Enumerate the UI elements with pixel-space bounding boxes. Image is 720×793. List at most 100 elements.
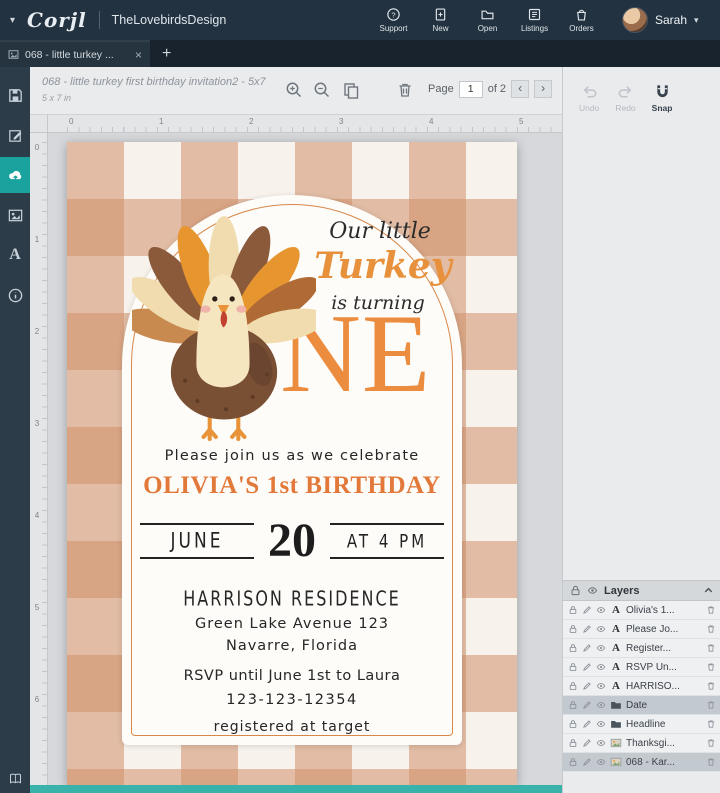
address1-text[interactable]: Green Lake Avenue 123 [122,616,462,632]
new-tab-button[interactable]: + [150,40,183,67]
brand-logo[interactable]: Corjl [27,8,87,32]
zoom-in-button[interactable] [285,81,305,101]
lock-icon[interactable] [568,757,578,767]
edit-layer-icon[interactable] [582,643,592,653]
nav-orders[interactable]: Orders [558,0,605,40]
date-day-text[interactable]: 20 [268,513,316,568]
nav-open[interactable]: Open [464,0,511,40]
visibility-icon[interactable] [596,643,606,653]
lock-icon[interactable] [568,662,578,672]
edit-layer-icon[interactable] [582,700,592,710]
edit-layer-icon[interactable] [582,738,592,748]
nav-support[interactable]: ?Support [370,0,417,40]
tab-close-icon[interactable]: × [135,48,142,62]
celebrate-text[interactable]: Please join us as we celebrate [122,448,462,464]
next-page-button[interactable]: › [534,80,552,98]
layer-name[interactable]: HARRISO... [626,681,702,692]
delete-layer-icon[interactable] [706,738,716,748]
visibility-icon[interactable] [596,662,606,672]
images-button[interactable] [0,197,30,233]
lock-icon[interactable] [568,738,578,748]
delete-layer-icon[interactable] [706,719,716,729]
nav-new[interactable]: New [417,0,464,40]
text-tool-button[interactable]: A [0,237,30,273]
layer-row[interactable]: AOlivia's 1... [563,601,720,620]
intro-line3-text[interactable]: is turning [308,292,448,314]
layers-header[interactable]: Layers [563,580,720,601]
layer-name[interactable]: Olivia's 1... [626,605,702,616]
date-block[interactable]: JUNE 20 AT 4 PM [140,513,444,568]
layer-row[interactable]: Thanksgi... [563,734,720,753]
delete-layer-icon[interactable] [706,757,716,767]
lock-icon[interactable] [568,643,578,653]
visibility-icon[interactable] [596,719,606,729]
edit-layer-icon[interactable] [582,719,592,729]
edit-layer-icon[interactable] [582,624,592,634]
layer-name[interactable]: Please Jo... [626,624,702,635]
lock-icon[interactable] [568,719,578,729]
delete-layer-icon[interactable] [706,681,716,691]
prev-page-button[interactable]: ‹ [511,80,529,98]
address2-text[interactable]: Navarre, Florida [122,638,462,654]
main-menu-caret-icon[interactable]: ▾ [10,15,15,26]
collapse-chevron-icon[interactable] [703,585,714,596]
layer-row[interactable]: AHARRISO... [563,677,720,696]
venue-text[interactable]: HARRISON RESIDENCE [122,589,462,608]
save-button[interactable] [0,77,30,113]
invitation-design[interactable]: NE [67,142,517,786]
birthday-headline-text[interactable]: OLIVIA'S 1st BIRTHDAY [122,472,462,500]
phone-text[interactable]: 123-123-12354 [122,692,462,708]
redo-button[interactable]: Redo [615,83,635,113]
date-month-text[interactable]: JUNE [171,528,224,553]
lock-icon[interactable] [568,681,578,691]
edit-layer-icon[interactable] [582,605,592,615]
lock-icon[interactable] [568,605,578,615]
user-menu[interactable]: Sarah ▾ [622,0,699,40]
edit-layer-icon[interactable] [582,662,592,672]
layer-name[interactable]: RSVP Un... [626,662,702,673]
document-tab[interactable]: 068 - little turkey ... × [0,40,150,67]
intro-line2-text[interactable]: Turkey [308,245,458,287]
layer-row[interactable]: ARegister... [563,639,720,658]
visibility-icon[interactable] [596,738,606,748]
layer-row[interactable]: 068 - Kar... [563,753,720,772]
layer-row[interactable]: Date [563,696,720,715]
horizontal-scrollbar[interactable] [30,785,562,793]
edit-layer-icon[interactable] [582,681,592,691]
edit-layer-icon[interactable] [582,757,592,767]
turkey-illustration[interactable] [132,211,316,441]
rsvp-text[interactable]: RSVP until June 1st to Laura [122,668,462,684]
visibility-icon[interactable] [596,700,606,710]
layer-name[interactable]: Thanksgi... [626,738,702,749]
duplicate-button[interactable] [342,81,362,101]
delete-layer-icon[interactable] [706,700,716,710]
visibility-icon[interactable] [596,757,606,767]
zoom-out-button[interactable] [313,81,333,101]
visibility-all-icon[interactable] [587,585,598,596]
layer-row[interactable]: Headline [563,715,720,734]
visibility-icon[interactable] [596,624,606,634]
undo-button[interactable]: Undo [579,83,599,113]
page-number-input[interactable] [459,81,483,98]
layer-name[interactable]: Date [626,700,702,711]
nav-listings[interactable]: Listings [511,0,558,40]
visibility-icon[interactable] [596,681,606,691]
arch-panel[interactable]: NE [122,195,462,745]
info-button[interactable] [0,277,30,313]
avatar[interactable] [622,7,648,33]
delete-layer-icon[interactable] [706,662,716,672]
upload-button[interactable] [0,157,30,193]
layer-name[interactable]: 068 - Kar... [626,757,702,768]
lock-icon[interactable] [568,700,578,710]
registry-text[interactable]: registered at target [122,719,462,735]
visibility-icon[interactable] [596,605,606,615]
help-book-button[interactable] [0,766,30,790]
delete-layer-icon[interactable] [706,643,716,653]
delete-layer-icon[interactable] [706,624,716,634]
delete-button[interactable] [396,81,416,101]
layer-row[interactable]: ARSVP Un... [563,658,720,677]
intro-line1-text[interactable]: Our little [310,219,450,244]
date-time-text[interactable]: AT 4 PM [347,529,427,552]
delete-layer-icon[interactable] [706,605,716,615]
layer-name[interactable]: Headline [626,719,702,730]
